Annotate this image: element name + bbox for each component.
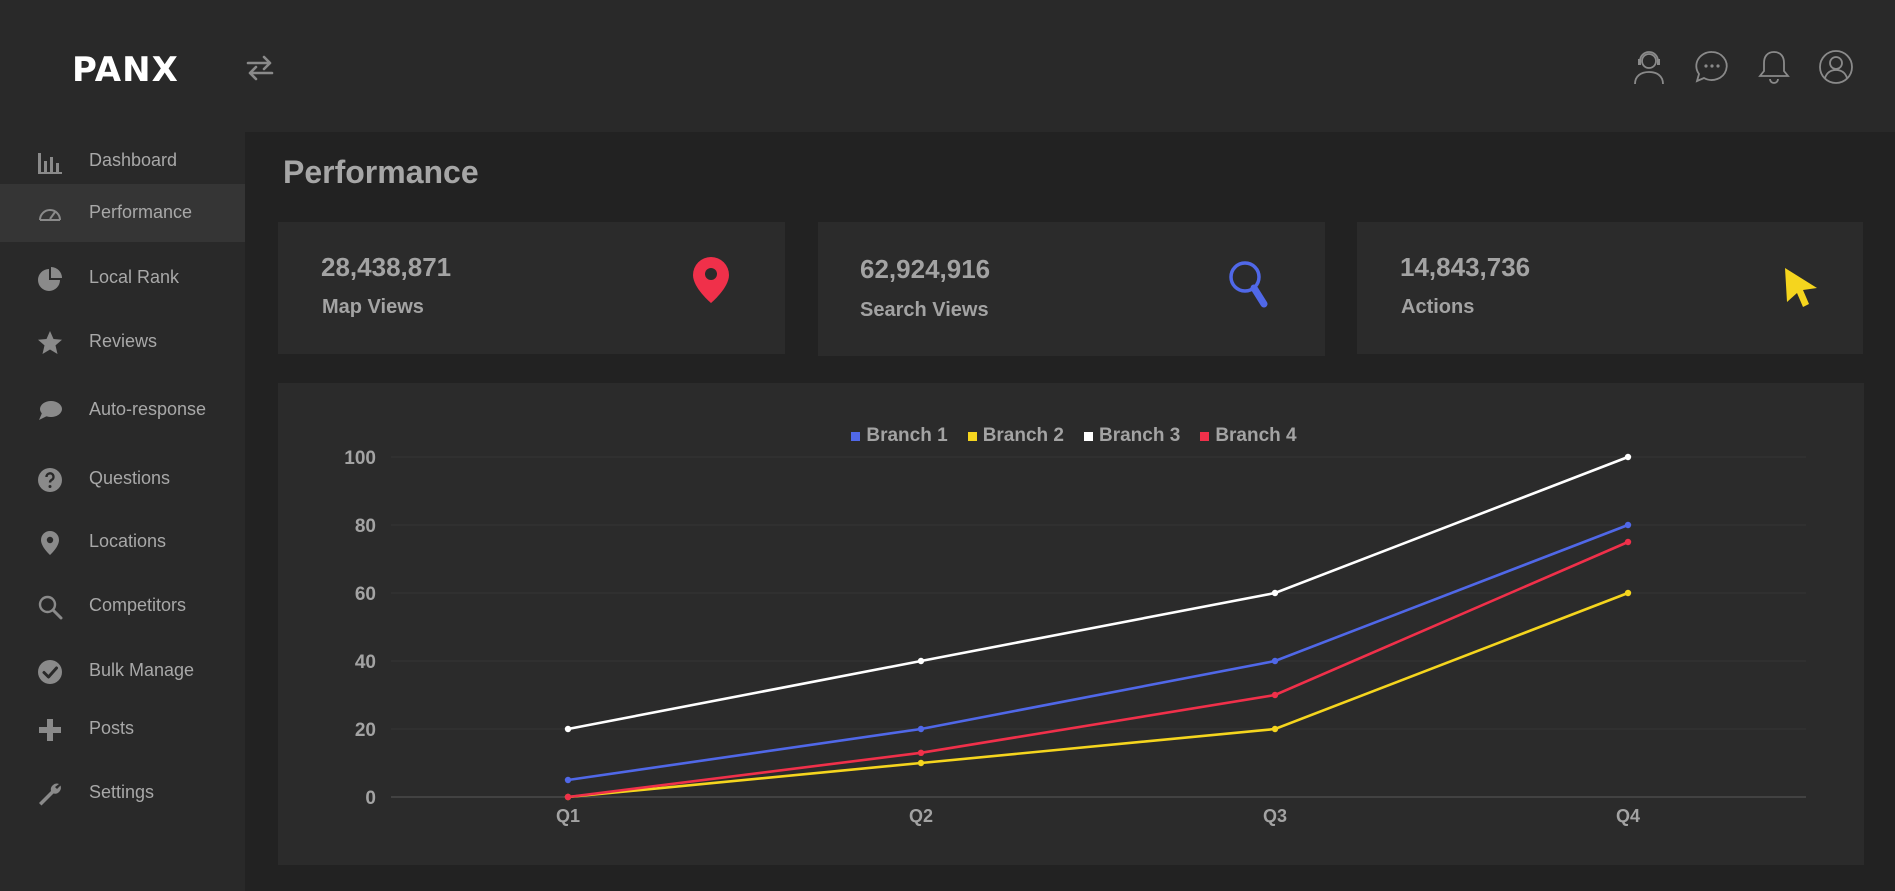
- stat-card-search-views[interactable]: 62,924,916 Search Views: [818, 222, 1325, 356]
- series-line-1: [567, 523, 1629, 782]
- map-pin-icon: [693, 257, 729, 303]
- speech-bubble-icon: [39, 401, 62, 420]
- data-point: [917, 725, 925, 733]
- bar-chart-icon: [38, 153, 62, 174]
- sidebar-item-label: Auto-response: [89, 399, 207, 419]
- stat-label: Actions: [1401, 296, 1475, 318]
- swap-arrows-icon[interactable]: [244, 54, 276, 82]
- sidebar-item-label: Bulk Manage: [89, 660, 195, 680]
- sidebar-item-performance[interactable]: Performance: [0, 184, 245, 242]
- data-point: [564, 776, 572, 784]
- sidebar-item-label: Dashboard: [89, 150, 178, 170]
- sidebar-item-posts[interactable]: Posts: [0, 700, 245, 758]
- app-logo[interactable]: PANX: [72, 50, 179, 90]
- sidebar-item-label: Local Rank: [89, 267, 180, 287]
- data-point: [1271, 691, 1279, 699]
- top-bar: PANX: [0, 0, 1895, 132]
- speedometer-icon: [39, 209, 61, 221]
- chat-bubble-icon[interactable]: [1693, 48, 1731, 86]
- stat-card-map-views[interactable]: 28,438,871 Map Views: [278, 222, 785, 354]
- star-icon: [38, 331, 62, 354]
- check-circle-icon: [38, 660, 62, 684]
- series-line-4: [567, 540, 1629, 799]
- data-point: [917, 749, 925, 756]
- sidebar-item-settings[interactable]: Settings: [0, 764, 245, 822]
- data-point: [1271, 657, 1279, 665]
- x-tick-label: Q2: [909, 806, 933, 826]
- search-icon: [38, 595, 63, 620]
- data-point: [1271, 589, 1279, 597]
- data-point: [564, 793, 572, 801]
- question-circle-icon: [38, 468, 62, 492]
- data-point: [1624, 589, 1632, 597]
- sidebar: Dashboard Performance Local Rank Reviews…: [0, 132, 245, 891]
- stat-value: 62,924,916: [860, 254, 991, 284]
- cursor-icon: [1785, 268, 1817, 307]
- stat-card-actions[interactable]: 14,843,736 Actions: [1357, 222, 1863, 354]
- plus-icon: [39, 719, 61, 741]
- sidebar-item-label: Questions: [89, 468, 171, 488]
- y-tick-label: 80: [355, 516, 376, 537]
- sidebar-item-label: Posts: [89, 718, 135, 738]
- wrench-icon: [39, 783, 61, 806]
- sidebar-item-bulk-manage[interactable]: Bulk Manage: [0, 642, 245, 700]
- data-point: [917, 657, 925, 665]
- data-point: [1271, 725, 1279, 733]
- performance-chart: Branch 1 Branch 2 Branch 3 Branch 4 0 20 40 60…: [278, 383, 1864, 865]
- y-tick-label: 40: [355, 652, 376, 673]
- sidebar-item-label: Competitors: [89, 595, 187, 615]
- page-title: Performance: [283, 154, 479, 190]
- magnifier-icon: [1229, 261, 1268, 308]
- data-point: [1624, 521, 1632, 529]
- data-point: [1624, 453, 1632, 461]
- data-point: [1624, 538, 1632, 546]
- sidebar-item-locations[interactable]: Locations: [0, 513, 245, 571]
- map-pin-icon: [41, 531, 59, 555]
- support-agent-icon[interactable]: [1630, 48, 1668, 86]
- sidebar-item-dashboard[interactable]: Dashboard: [0, 132, 245, 190]
- sidebar-item-label: Reviews: [89, 331, 158, 351]
- sidebar-item-label: Locations: [89, 531, 167, 551]
- sidebar-item-auto-response[interactable]: Auto-response: [0, 381, 245, 439]
- bell-icon[interactable]: [1755, 48, 1793, 86]
- y-tick-label: 100: [344, 448, 376, 469]
- pie-chart-icon: [38, 267, 62, 291]
- sidebar-item-competitors[interactable]: Competitors: [0, 577, 245, 635]
- x-tick-label: Q4: [1616, 806, 1640, 826]
- stat-label: Map Views: [322, 296, 424, 318]
- data-point: [917, 759, 925, 767]
- stat-label: Search Views: [860, 299, 989, 321]
- sidebar-item-label: Settings: [89, 782, 155, 802]
- sidebar-item-reviews[interactable]: Reviews: [0, 313, 245, 371]
- sidebar-item-local-rank[interactable]: Local Rank: [0, 249, 245, 307]
- y-tick-label: 20: [355, 720, 376, 741]
- y-tick-label: 60: [355, 584, 376, 605]
- line-chart: 0 20 40 60 80 100 Q1 Q2 Q3 Q4: [344, 448, 1806, 826]
- x-tick-label: Q3: [1263, 806, 1287, 826]
- sidebar-item-label: Performance: [89, 202, 193, 222]
- stat-value: 28,438,871: [321, 252, 452, 282]
- y-tick-label: 0: [365, 788, 376, 809]
- stat-value: 14,843,736: [1400, 252, 1531, 282]
- data-point: [564, 725, 572, 733]
- x-tick-label: Q1: [556, 806, 580, 826]
- user-profile-icon[interactable]: [1817, 48, 1855, 86]
- sidebar-item-questions[interactable]: Questions: [0, 450, 245, 508]
